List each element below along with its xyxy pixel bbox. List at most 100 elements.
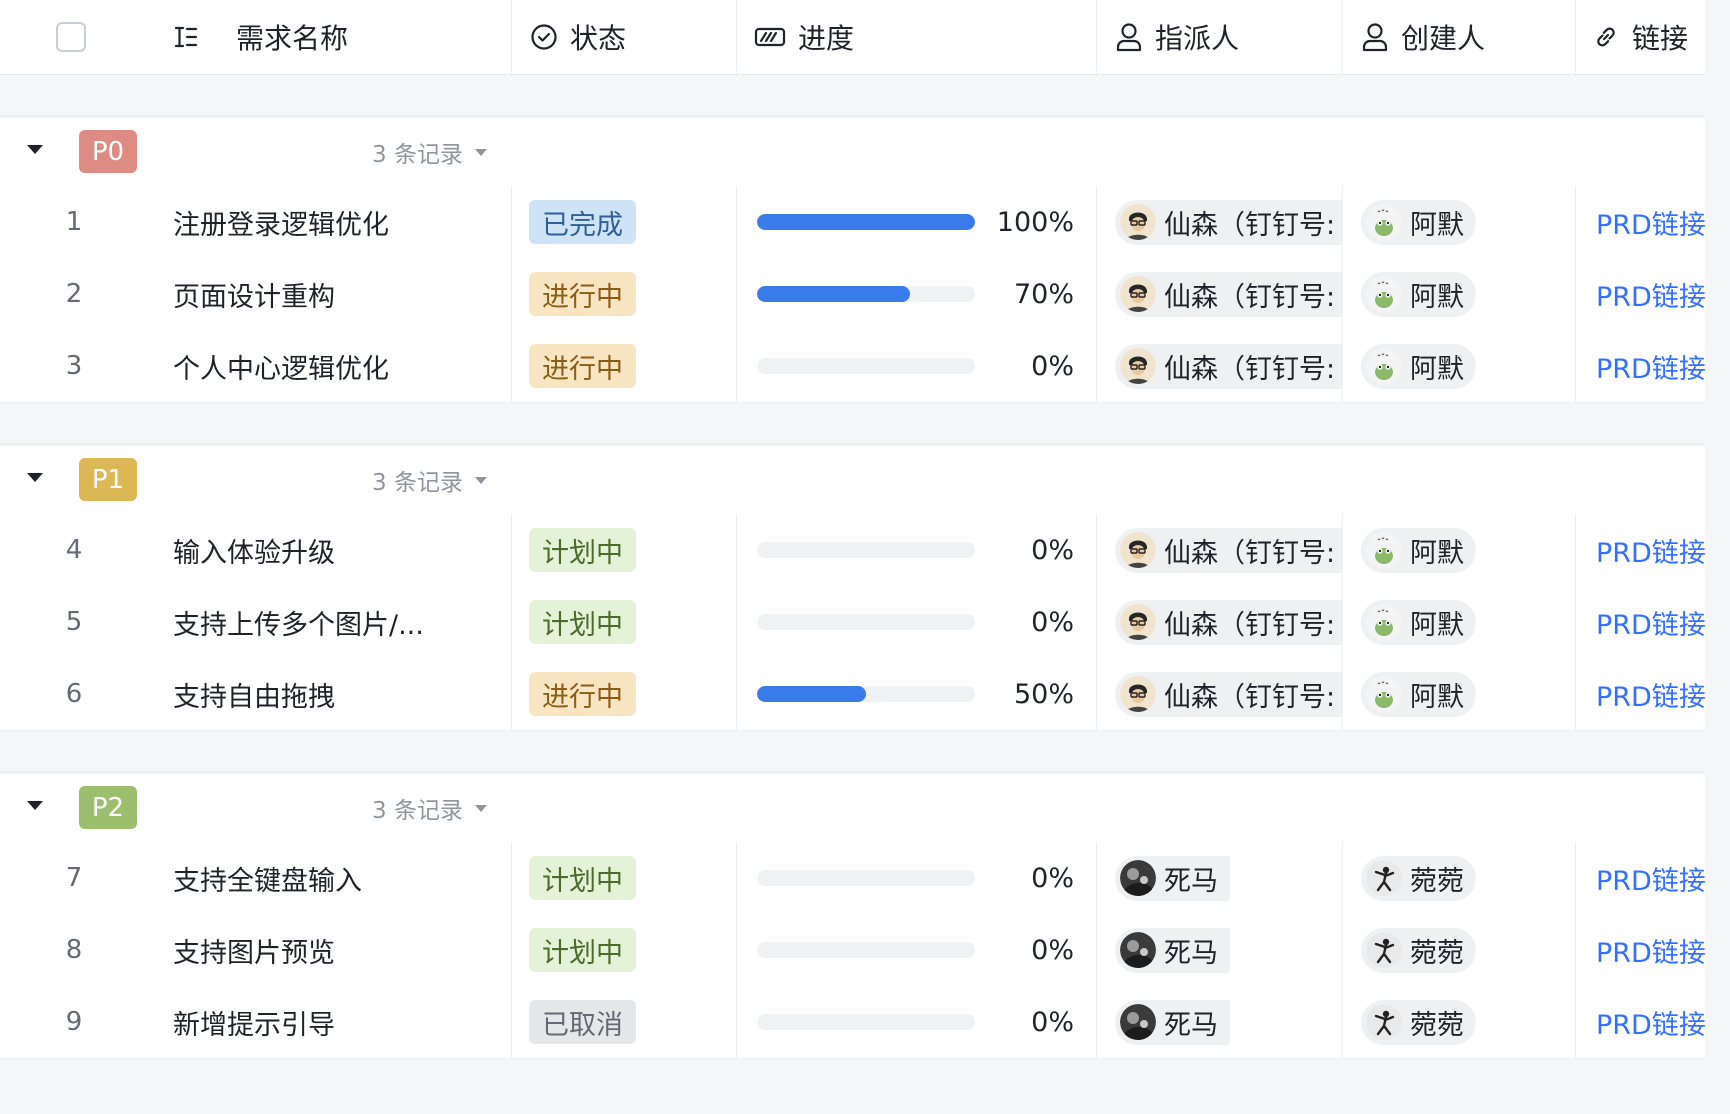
creator-chip[interactable]: 阿默	[1361, 527, 1476, 573]
prd-link[interactable]: PRD链接	[1576, 203, 1706, 242]
creator-chip[interactable]: 阿默	[1361, 343, 1476, 389]
cell-creator[interactable]: 阿默	[1343, 258, 1576, 330]
record-count-dropdown[interactable]: 3 条记录	[372, 445, 487, 515]
cell-assignee[interactable]: 仙森（钉钉号:	[1097, 586, 1343, 658]
cell-assignee[interactable]: 死马	[1097, 914, 1343, 986]
prd-link[interactable]: PRD链接	[1576, 275, 1706, 314]
cell-progress[interactable]: 0%	[737, 986, 1097, 1058]
cell-status[interactable]: 计划中	[512, 914, 737, 986]
cell-link[interactable]: PRD链接	[1576, 258, 1706, 330]
cell-progress[interactable]: 50%	[737, 658, 1097, 730]
cell-creator[interactable]: 菀菀	[1343, 986, 1576, 1058]
cell-assignee[interactable]: 仙森（钉钉号:	[1097, 514, 1343, 586]
cell-status[interactable]: 进行中	[512, 258, 737, 330]
cell-creator[interactable]: 阿默	[1343, 186, 1576, 258]
cell-name[interactable]: 支持上传多个图片/...	[148, 586, 512, 658]
collapse-caret-icon[interactable]	[27, 473, 43, 482]
assignee-chip[interactable]: 死马	[1115, 855, 1230, 901]
creator-chip[interactable]: 阿默	[1361, 199, 1476, 245]
cell-link[interactable]: PRD链接	[1576, 914, 1706, 986]
cell-creator[interactable]: 阿默	[1343, 330, 1576, 402]
prd-link[interactable]: PRD链接	[1576, 347, 1706, 386]
cell-name[interactable]: 支持全键盘输入	[148, 842, 512, 914]
table-row[interactable]: 5 支持上传多个图片/... 计划中 0% 仙森（钉钉号: 阿默 PRD链接	[0, 586, 1706, 659]
cell-link[interactable]: PRD链接	[1576, 330, 1706, 402]
cell-status[interactable]: 已取消	[512, 986, 737, 1058]
cell-assignee[interactable]: 仙森（钉钉号:	[1097, 258, 1343, 330]
creator-chip[interactable]: 菀菀	[1361, 927, 1476, 973]
cell-assignee[interactable]: 仙森（钉钉号:	[1097, 186, 1343, 258]
cell-status[interactable]: 计划中	[512, 842, 737, 914]
prd-link[interactable]: PRD链接	[1576, 603, 1706, 642]
creator-chip[interactable]: 阿默	[1361, 671, 1476, 717]
cell-name[interactable]: 支持自由拖拽	[148, 658, 512, 730]
table-row[interactable]: 9 新增提示引导 已取消 0% 死马 菀菀 PRD链接	[0, 986, 1706, 1059]
assignee-chip[interactable]: 仙森（钉钉号:	[1115, 599, 1342, 645]
column-header-link[interactable]: 链接	[1576, 0, 1705, 74]
cell-creator[interactable]: 阿默	[1343, 658, 1576, 730]
table-row[interactable]: 7 支持全键盘输入 计划中 0% 死马 菀菀 PRD链接	[0, 842, 1706, 915]
cell-status[interactable]: 进行中	[512, 658, 737, 730]
cell-progress[interactable]: 100%	[737, 186, 1097, 258]
cell-link[interactable]: PRD链接	[1576, 186, 1706, 258]
column-header-assignee[interactable]: 指派人	[1097, 0, 1343, 74]
cell-creator[interactable]: 阿默	[1343, 514, 1576, 586]
prd-link[interactable]: PRD链接	[1576, 675, 1706, 714]
cell-name[interactable]: 注册登录逻辑优化	[148, 186, 512, 258]
cell-name[interactable]: 输入体验升级	[148, 514, 512, 586]
assignee-chip[interactable]: 仙森（钉钉号:	[1115, 527, 1342, 573]
cell-creator[interactable]: 阿默	[1343, 586, 1576, 658]
assignee-chip[interactable]: 死马	[1115, 999, 1230, 1045]
cell-status[interactable]: 计划中	[512, 514, 737, 586]
cell-link[interactable]: PRD链接	[1576, 842, 1706, 914]
cell-name[interactable]: 页面设计重构	[148, 258, 512, 330]
table-row[interactable]: 4 输入体验升级 计划中 0% 仙森（钉钉号: 阿默 PRD链接	[0, 514, 1706, 587]
prd-link[interactable]: PRD链接	[1576, 1003, 1706, 1042]
cell-progress[interactable]: 0%	[737, 514, 1097, 586]
cell-link[interactable]: PRD链接	[1576, 514, 1706, 586]
assignee-chip[interactable]: 仙森（钉钉号:	[1115, 271, 1342, 317]
cell-link[interactable]: PRD链接	[1576, 986, 1706, 1058]
cell-progress[interactable]: 0%	[737, 842, 1097, 914]
cell-name[interactable]: 新增提示引导	[148, 986, 512, 1058]
cell-status[interactable]: 计划中	[512, 586, 737, 658]
cell-assignee[interactable]: 仙森（钉钉号:	[1097, 658, 1343, 730]
cell-name[interactable]: 支持图片预览	[148, 914, 512, 986]
table-row[interactable]: 1 注册登录逻辑优化 已完成 100% 仙森（钉钉号: 阿默 PRD链接	[0, 186, 1706, 259]
column-header-creator[interactable]: 创建人	[1343, 0, 1576, 74]
cell-assignee[interactable]: 死马	[1097, 986, 1343, 1058]
cell-progress[interactable]: 70%	[737, 258, 1097, 330]
prd-link[interactable]: PRD链接	[1576, 531, 1706, 570]
record-count-dropdown[interactable]: 3 条记录	[372, 773, 487, 843]
cell-assignee[interactable]: 死马	[1097, 842, 1343, 914]
prd-link[interactable]: PRD链接	[1576, 931, 1706, 970]
prd-link[interactable]: PRD链接	[1576, 859, 1706, 898]
cell-name[interactable]: 个人中心逻辑优化	[148, 330, 512, 402]
table-row[interactable]: 6 支持自由拖拽 进行中 50% 仙森（钉钉号: 阿默 PRD链接	[0, 658, 1706, 731]
table-row[interactable]: 3 个人中心逻辑优化 进行中 0% 仙森（钉钉号: 阿默 PRD链接	[0, 330, 1706, 403]
cell-progress[interactable]: 0%	[737, 330, 1097, 402]
collapse-caret-icon[interactable]	[27, 145, 43, 154]
record-count-dropdown[interactable]: 3 条记录	[372, 117, 487, 187]
column-header-name[interactable]: 需求名称	[148, 0, 512, 74]
creator-chip[interactable]: 阿默	[1361, 599, 1476, 645]
cell-assignee[interactable]: 仙森（钉钉号:	[1097, 330, 1343, 402]
cell-creator[interactable]: 菀菀	[1343, 914, 1576, 986]
assignee-chip[interactable]: 仙森（钉钉号:	[1115, 199, 1342, 245]
table-row[interactable]: 2 页面设计重构 进行中 70% 仙森（钉钉号: 阿默 PRD链接	[0, 258, 1706, 331]
cell-link[interactable]: PRD链接	[1576, 586, 1706, 658]
assignee-chip[interactable]: 仙森（钉钉号:	[1115, 343, 1342, 389]
cell-creator[interactable]: 菀菀	[1343, 842, 1576, 914]
cell-progress[interactable]: 0%	[737, 914, 1097, 986]
creator-chip[interactable]: 阿默	[1361, 271, 1476, 317]
creator-chip[interactable]: 菀菀	[1361, 999, 1476, 1045]
collapse-caret-icon[interactable]	[27, 801, 43, 810]
cell-progress[interactable]: 0%	[737, 586, 1097, 658]
assignee-chip[interactable]: 死马	[1115, 927, 1230, 973]
table-row[interactable]: 8 支持图片预览 计划中 0% 死马 菀菀 PRD链接	[0, 914, 1706, 987]
select-all-checkbox[interactable]	[56, 22, 86, 52]
creator-chip[interactable]: 菀菀	[1361, 855, 1476, 901]
cell-status[interactable]: 进行中	[512, 330, 737, 402]
cell-status[interactable]: 已完成	[512, 186, 737, 258]
cell-link[interactable]: PRD链接	[1576, 658, 1706, 730]
